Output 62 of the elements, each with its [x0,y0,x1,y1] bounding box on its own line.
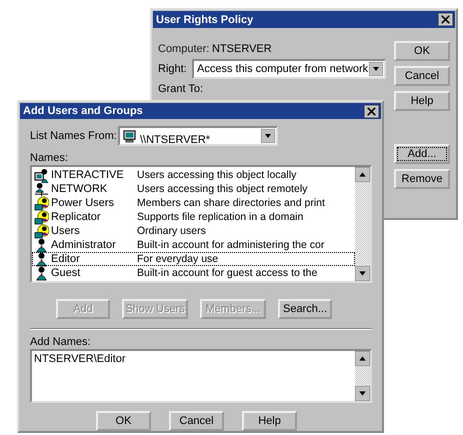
scroll-down-icon[interactable] [355,266,370,281]
account-name: NETWORK [50,183,108,195]
scroll-up-icon[interactable] [355,167,370,182]
account-description: Users accessing this object locally [137,169,296,181]
group-icon [34,196,49,210]
action-button[interactable]: Search... [278,299,332,319]
account-description: Users accessing this object remotely [137,183,308,195]
computer-label: Computer: [158,42,208,55]
name-row[interactable]: Replicator Supports file replication in a domain [32,210,355,224]
scroll-down-icon[interactable] [355,386,370,401]
name-row[interactable]: Users Ordinary users [32,224,355,238]
right-label: Right: [158,63,188,75]
account-name: Power Users [50,197,115,209]
right-dropdown[interactable]: Access this computer from network [192,59,386,79]
user-icon [34,238,49,252]
scroll-up-icon[interactable] [355,351,370,366]
close-icon[interactable] [438,13,453,26]
name-row[interactable]: Power Users Members can share directories and print [32,196,355,210]
account-name: Administrator [50,239,117,251]
account-name: Replicator [50,211,102,223]
user-icon [34,266,49,280]
list-names-label: List Names From: [30,130,114,142]
name-row[interactable]: Administrator Built-in account for administering the cor [32,238,355,252]
network-user-icon [34,182,49,196]
account-description: For everyday use [137,253,218,265]
account-name: Guest [50,267,82,279]
add-names-field[interactable]: NTSERVER\Editor [30,349,372,403]
names-label: Names: [30,152,69,164]
window-title: User Rights Policy [156,14,254,26]
dialog-button[interactable]: OK [394,41,450,61]
account-name: Editor [50,253,81,265]
computer-name: NTSERVER [212,42,272,55]
name-row[interactable]: Editor For everyday use [32,252,355,266]
account-description: Members can share directories and print [137,197,325,209]
source-dropdown[interactable]: \\NTSERVER* [118,126,278,146]
dialog-button[interactable]: Cancel [394,66,450,86]
close-icon[interactable] [364,104,379,118]
terminal-user-icon [34,168,49,182]
group-icon [34,210,49,224]
account-description: Supports file replication in a domain [137,211,304,223]
dialog-button[interactable]: Remove [394,169,450,189]
dialog-button[interactable]: OK [96,411,151,431]
window-title: Add Users and Groups [23,105,143,117]
account-name: INTERACTIVE [50,169,125,181]
group-icon [34,224,49,238]
account-name: Users [50,225,81,237]
computer-icon [122,128,137,144]
dropdown-arrow-icon[interactable] [369,62,383,76]
account-description: Built-in account for administering the cor [137,239,324,251]
name-row[interactable]: Guest Built-in account for guest access to the [32,266,355,280]
account-description: Built-in account for guest access to the [137,267,318,279]
grant-to-label: Grant To: [158,83,204,95]
dropdown-arrow-icon[interactable] [261,129,275,143]
name-row[interactable]: NETWORK Users accessing this object remotely [32,182,355,196]
dialog-button[interactable]: Help [394,91,450,111]
dialog-button[interactable]: Cancel [169,411,224,431]
user-icon [34,252,49,266]
add-names-label: Add Names: [30,336,92,348]
account-description: Ordinary users [137,225,206,237]
dialog-button[interactable]: Add... [394,144,450,164]
name-row[interactable]: INTERACTIVE Users accessing this object locally [32,168,355,182]
dialog-button[interactable]: Help [242,411,297,431]
